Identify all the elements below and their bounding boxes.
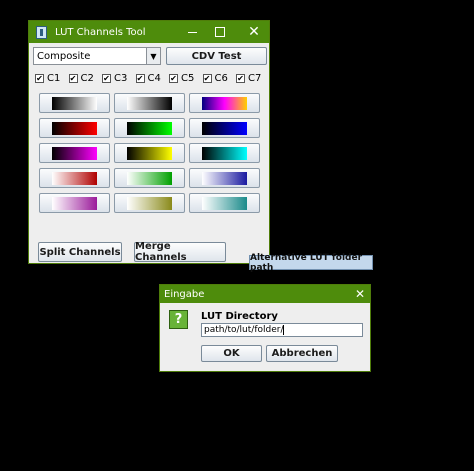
chevron-down-icon[interactable]: ▼ (146, 48, 160, 64)
channel-checkbox-5[interactable]: ✔ C5 (169, 73, 194, 84)
lut-gradient-swatch (127, 146, 172, 160)
dialog-close-icon[interactable]: ✕ (345, 285, 375, 303)
app-icon (36, 25, 47, 39)
lut-channels-window: LUT Channels Tool ✕ Composite ▼ CDV Test… (28, 20, 270, 264)
channel-checkbox-3[interactable]: ✔ C3 (102, 73, 127, 84)
lut-directory-input[interactable]: path/to/lut/folder/ (201, 323, 363, 337)
channel-label: C4 (147, 73, 161, 84)
lut-gradient-swatch (202, 171, 247, 185)
lut-button-red[interactable] (39, 118, 110, 138)
lut-gradient-swatch (127, 171, 172, 185)
composite-select[interactable]: Composite ▼ (33, 47, 161, 65)
merge-channels-button[interactable]: Merge Channels (134, 241, 226, 263)
checkbox-icon[interactable]: ✔ (35, 74, 44, 83)
channel-label: C1 (47, 73, 61, 84)
minimize-icon[interactable] (177, 21, 207, 43)
text-caret (283, 325, 285, 335)
lut-gradient-swatch (202, 196, 247, 210)
split-channels-button[interactable]: Split Channels (38, 242, 122, 262)
alternative-lut-folder-button[interactable]: Alternative LUT folder path (249, 253, 373, 273)
lut-gradient-swatch (52, 146, 97, 160)
lut-button-inverted-magenta[interactable] (39, 193, 110, 213)
lut-gradient-swatch (52, 171, 97, 185)
lut-button-magenta[interactable] (39, 143, 110, 163)
lut-gradient-swatch (127, 121, 172, 135)
channel-checkbox-4[interactable]: ✔ C4 (135, 73, 161, 84)
checkbox-icon[interactable]: ✔ (102, 74, 111, 83)
lut-button-inverted-gray[interactable] (114, 93, 185, 113)
checkbox-icon[interactable]: ✔ (169, 74, 178, 83)
lut-button-fire[interactable] (189, 93, 260, 113)
cancel-button[interactable]: Abbrechen (266, 345, 338, 362)
channel-checkbox-7[interactable]: ✔ C7 (236, 73, 261, 84)
lut-button-gray[interactable] (39, 93, 110, 113)
checkbox-icon[interactable]: ✔ (202, 74, 212, 83)
dialog-titlebar[interactable]: Eingabe ✕ (160, 285, 370, 303)
channel-label: C2 (80, 73, 94, 84)
lut-gradient-swatch (52, 96, 97, 110)
channel-label: C7 (248, 73, 262, 84)
lut-button-inverted-red[interactable] (39, 168, 110, 188)
channel-checkbox-6[interactable]: ✔ C6 (202, 73, 228, 84)
lut-gradient-swatch (52, 121, 97, 135)
window-title: LUT Channels Tool (55, 26, 146, 38)
lut-button-cyan[interactable] (189, 143, 260, 163)
dialog-title: Eingabe (164, 288, 205, 300)
lut-directory-label: LUT Directory (201, 311, 278, 322)
lut-button-inverted-blue[interactable] (189, 168, 260, 188)
lut-button-green[interactable] (114, 118, 185, 138)
channel-checkbox-1[interactable]: ✔ C1 (35, 73, 60, 84)
lut-button-inverted-cyan[interactable] (189, 193, 260, 213)
close-icon[interactable]: ✕ (239, 21, 269, 43)
input-dialog: Eingabe ✕ ? LUT Directory path/to/lut/fo… (159, 284, 371, 372)
lut-gradient-swatch (202, 121, 247, 135)
cdv-test-button[interactable]: CDV Test (166, 47, 267, 65)
ok-button[interactable]: OK (201, 345, 262, 362)
channel-label: C6 (214, 73, 228, 84)
question-icon: ? (169, 310, 188, 329)
maximize-icon[interactable] (205, 21, 235, 43)
lut-button-blue[interactable] (189, 118, 260, 138)
checkbox-icon[interactable]: ✔ (135, 74, 145, 83)
channel-label: C5 (181, 73, 195, 84)
lut-gradient-swatch (52, 196, 97, 210)
lut-button-inverted-green[interactable] (114, 168, 185, 188)
lut-button-inverted-yellow[interactable] (114, 193, 185, 213)
checkbox-icon[interactable]: ✔ (236, 74, 245, 83)
lut-gradient-swatch (202, 96, 247, 110)
lut-button-yellow[interactable] (114, 143, 185, 163)
lut-gradient-swatch (202, 146, 247, 160)
lut-gradient-swatch (127, 196, 172, 210)
checkbox-icon[interactable]: ✔ (68, 74, 78, 83)
composite-select-value: Composite (37, 50, 91, 62)
lut-gradient-swatch (127, 96, 172, 110)
window-titlebar[interactable]: LUT Channels Tool ✕ (29, 21, 269, 43)
channel-checkbox-2[interactable]: ✔ C2 (68, 73, 94, 84)
channel-label: C3 (114, 73, 128, 84)
lut-directory-input-value: path/to/lut/folder/ (204, 325, 284, 335)
